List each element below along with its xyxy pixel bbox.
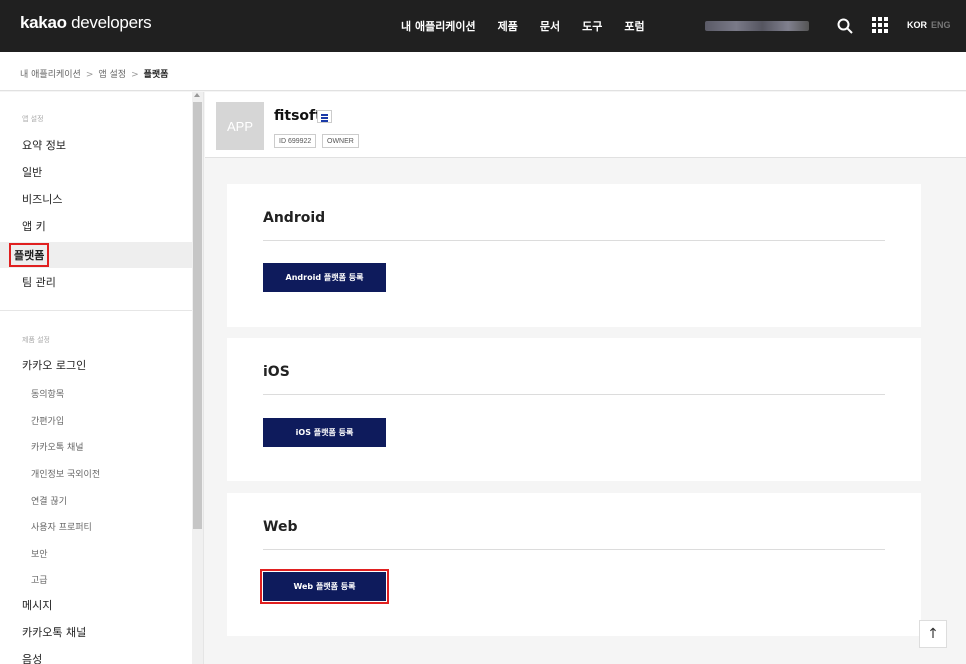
lang-eng-link[interactable]: ENG: [931, 20, 951, 30]
sidebar-divider: [0, 310, 192, 311]
sidebar-item-kakaotalk-channel[interactable]: 카카오톡 채널: [0, 619, 192, 645]
app-header: APP fitsoft ID 699922 OWNER: [205, 92, 966, 158]
breadcrumb-current: 플랫폼: [143, 70, 169, 80]
blurred-account-email[interactable]: [705, 21, 809, 31]
platform-card-ios: iOS iOS 플랫폼 등록: [227, 338, 921, 481]
platform-card-android: Android Android 플랫폼 등록: [227, 184, 921, 327]
breadcrumb-my-applications[interactable]: 내 애플리케이션: [20, 70, 81, 80]
nav-docs[interactable]: 문서: [540, 18, 560, 34]
register-web-platform-button[interactable]: Web 플랫폼 등록: [263, 572, 386, 601]
sidebar-sub-consent-items[interactable]: 동의항목: [0, 382, 192, 404]
sidebar-sub-security[interactable]: 보안: [0, 542, 192, 564]
register-ios-platform-button[interactable]: iOS 플랫폼 등록: [263, 418, 386, 447]
platform-card-web: Web Web 플랫폼 등록: [227, 493, 921, 636]
app-role-tag: OWNER: [322, 134, 359, 148]
app-name: fitsoft: [274, 108, 322, 124]
sidebar-sub-overseas-transfer[interactable]: 개인정보 국외이전: [0, 462, 192, 484]
sidebar-scrollbar-thumb[interactable]: [193, 102, 202, 529]
register-android-platform-button[interactable]: Android 플랫폼 등록: [263, 263, 386, 292]
platform-title-web: Web: [263, 519, 298, 535]
scroll-to-top-button[interactable]: ↑: [919, 620, 947, 648]
breadcrumb-app-settings[interactable]: 앱 설정: [98, 70, 126, 80]
top-navigation-bar: kakao developers 내 애플리케이션 제품 문서 도구 포럼 KO…: [0, 0, 966, 52]
platform-title-ios: iOS: [263, 364, 290, 380]
sidebar-item-platform-highlight: 플랫폼: [9, 243, 50, 267]
sidebar-item-summary[interactable]: 요약 정보: [0, 132, 192, 158]
breadcrumb-separator: >: [131, 70, 139, 80]
breadcrumb-separator: >: [85, 70, 94, 80]
scroll-up-arrow-icon[interactable]: [194, 93, 200, 97]
sidebar-sub-unlink[interactable]: 연결 끊기: [0, 489, 192, 511]
nav-products[interactable]: 제품: [498, 18, 518, 34]
sidebar-section-product-settings: 제품 설정: [22, 336, 50, 344]
sidebar-item-voice[interactable]: 음성: [0, 646, 192, 664]
card-divider: [263, 240, 885, 241]
sidebar-sub-advanced[interactable]: 고급: [0, 568, 192, 590]
lang-kor-link[interactable]: KOR: [907, 20, 927, 30]
main-nav: 내 애플리케이션 제품 문서 도구 포럼: [401, 0, 667, 52]
card-divider: [263, 549, 885, 550]
breadcrumb-bar: 내 애플리케이션 > 앱 설정 > 플랫폼: [0, 52, 966, 91]
sidebar-item-team[interactable]: 팀 관리: [0, 269, 192, 295]
sidebar-sub-simple-signup[interactable]: 간편가입: [0, 409, 192, 431]
app-id-tag: ID 699922: [274, 134, 317, 148]
sidebar-item-app-keys[interactable]: 앱 키: [0, 213, 192, 239]
nav-tools[interactable]: 도구: [582, 18, 602, 34]
sidebar-item-message[interactable]: 메시지: [0, 592, 192, 618]
card-divider: [263, 394, 885, 395]
app-list-icon[interactable]: [317, 110, 332, 123]
app-icon-placeholder: APP: [216, 102, 264, 150]
sidebar-item-platform[interactable]: 플랫폼: [0, 242, 192, 268]
sidebar-item-business[interactable]: 비즈니스: [0, 186, 192, 212]
language-switch: KOR ENG: [907, 20, 951, 30]
apps-grid-icon[interactable]: [872, 17, 888, 33]
breadcrumb: 내 애플리케이션 > 앱 설정 > 플랫폼: [20, 67, 168, 80]
nav-forum[interactable]: 포럼: [624, 18, 644, 34]
sidebar-sub-kakaotalk-channel[interactable]: 카카오톡 채널: [0, 435, 192, 457]
platform-title-android: Android: [263, 210, 326, 226]
sidebar: 앱 설정 요약 정보 일반 비즈니스 앱 키 플랫폼 팀 관리 제품 설정 카카…: [0, 92, 204, 664]
nav-my-applications[interactable]: 내 애플리케이션: [401, 18, 476, 34]
search-icon[interactable]: [836, 17, 854, 35]
sidebar-sub-user-properties[interactable]: 사용자 프로퍼티: [0, 515, 192, 537]
sidebar-section-app-settings: 앱 설정: [22, 115, 44, 123]
kakao-developers-logo[interactable]: kakao developers: [20, 13, 152, 33]
sidebar-item-kakao-login[interactable]: 카카오 로그인: [0, 352, 192, 378]
sidebar-item-general[interactable]: 일반: [0, 159, 192, 185]
